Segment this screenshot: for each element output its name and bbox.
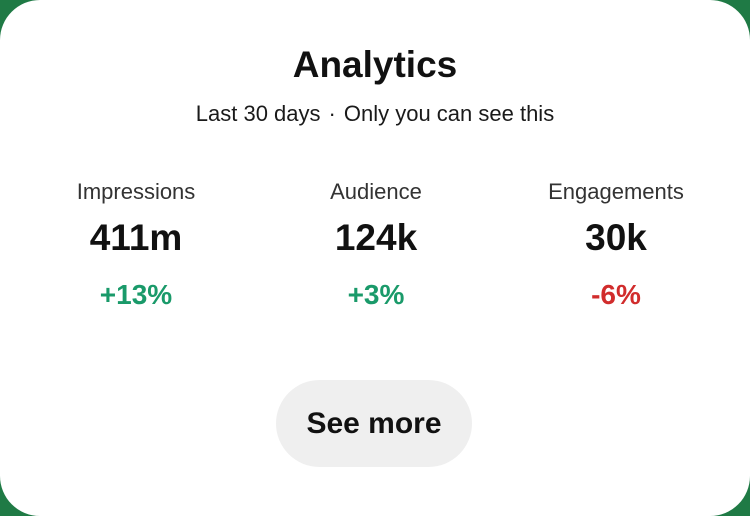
stat-change: -6% xyxy=(591,279,641,310)
analytics-card: Analytics Last 30 days · Only you can see … xyxy=(0,0,750,516)
stat-engagements: Engagements 30k -6% xyxy=(496,177,736,317)
period-label: Last 30 days xyxy=(195,101,321,126)
stat-audience: Audience 124k +3% xyxy=(256,177,496,317)
stat-change: +3% xyxy=(347,279,405,310)
stat-value: 30k xyxy=(585,217,647,258)
stat-label: Engagements xyxy=(548,179,684,204)
stat-change: +13% xyxy=(99,279,173,310)
card-title: Analytics xyxy=(292,44,458,85)
stat-label: Audience xyxy=(330,179,422,204)
see-more-button[interactable]: See more xyxy=(276,380,472,467)
card-subtitle: Last 30 days · Only you can see this xyxy=(0,99,750,129)
stat-value: 124k xyxy=(334,217,418,258)
stat-label: Impressions xyxy=(76,179,196,204)
subtitle-separator: · xyxy=(328,101,336,126)
visibility-note: Only you can see this xyxy=(343,101,555,126)
stat-impressions: Impressions 411m +13% xyxy=(16,177,256,317)
stat-value: 411m xyxy=(89,217,183,258)
